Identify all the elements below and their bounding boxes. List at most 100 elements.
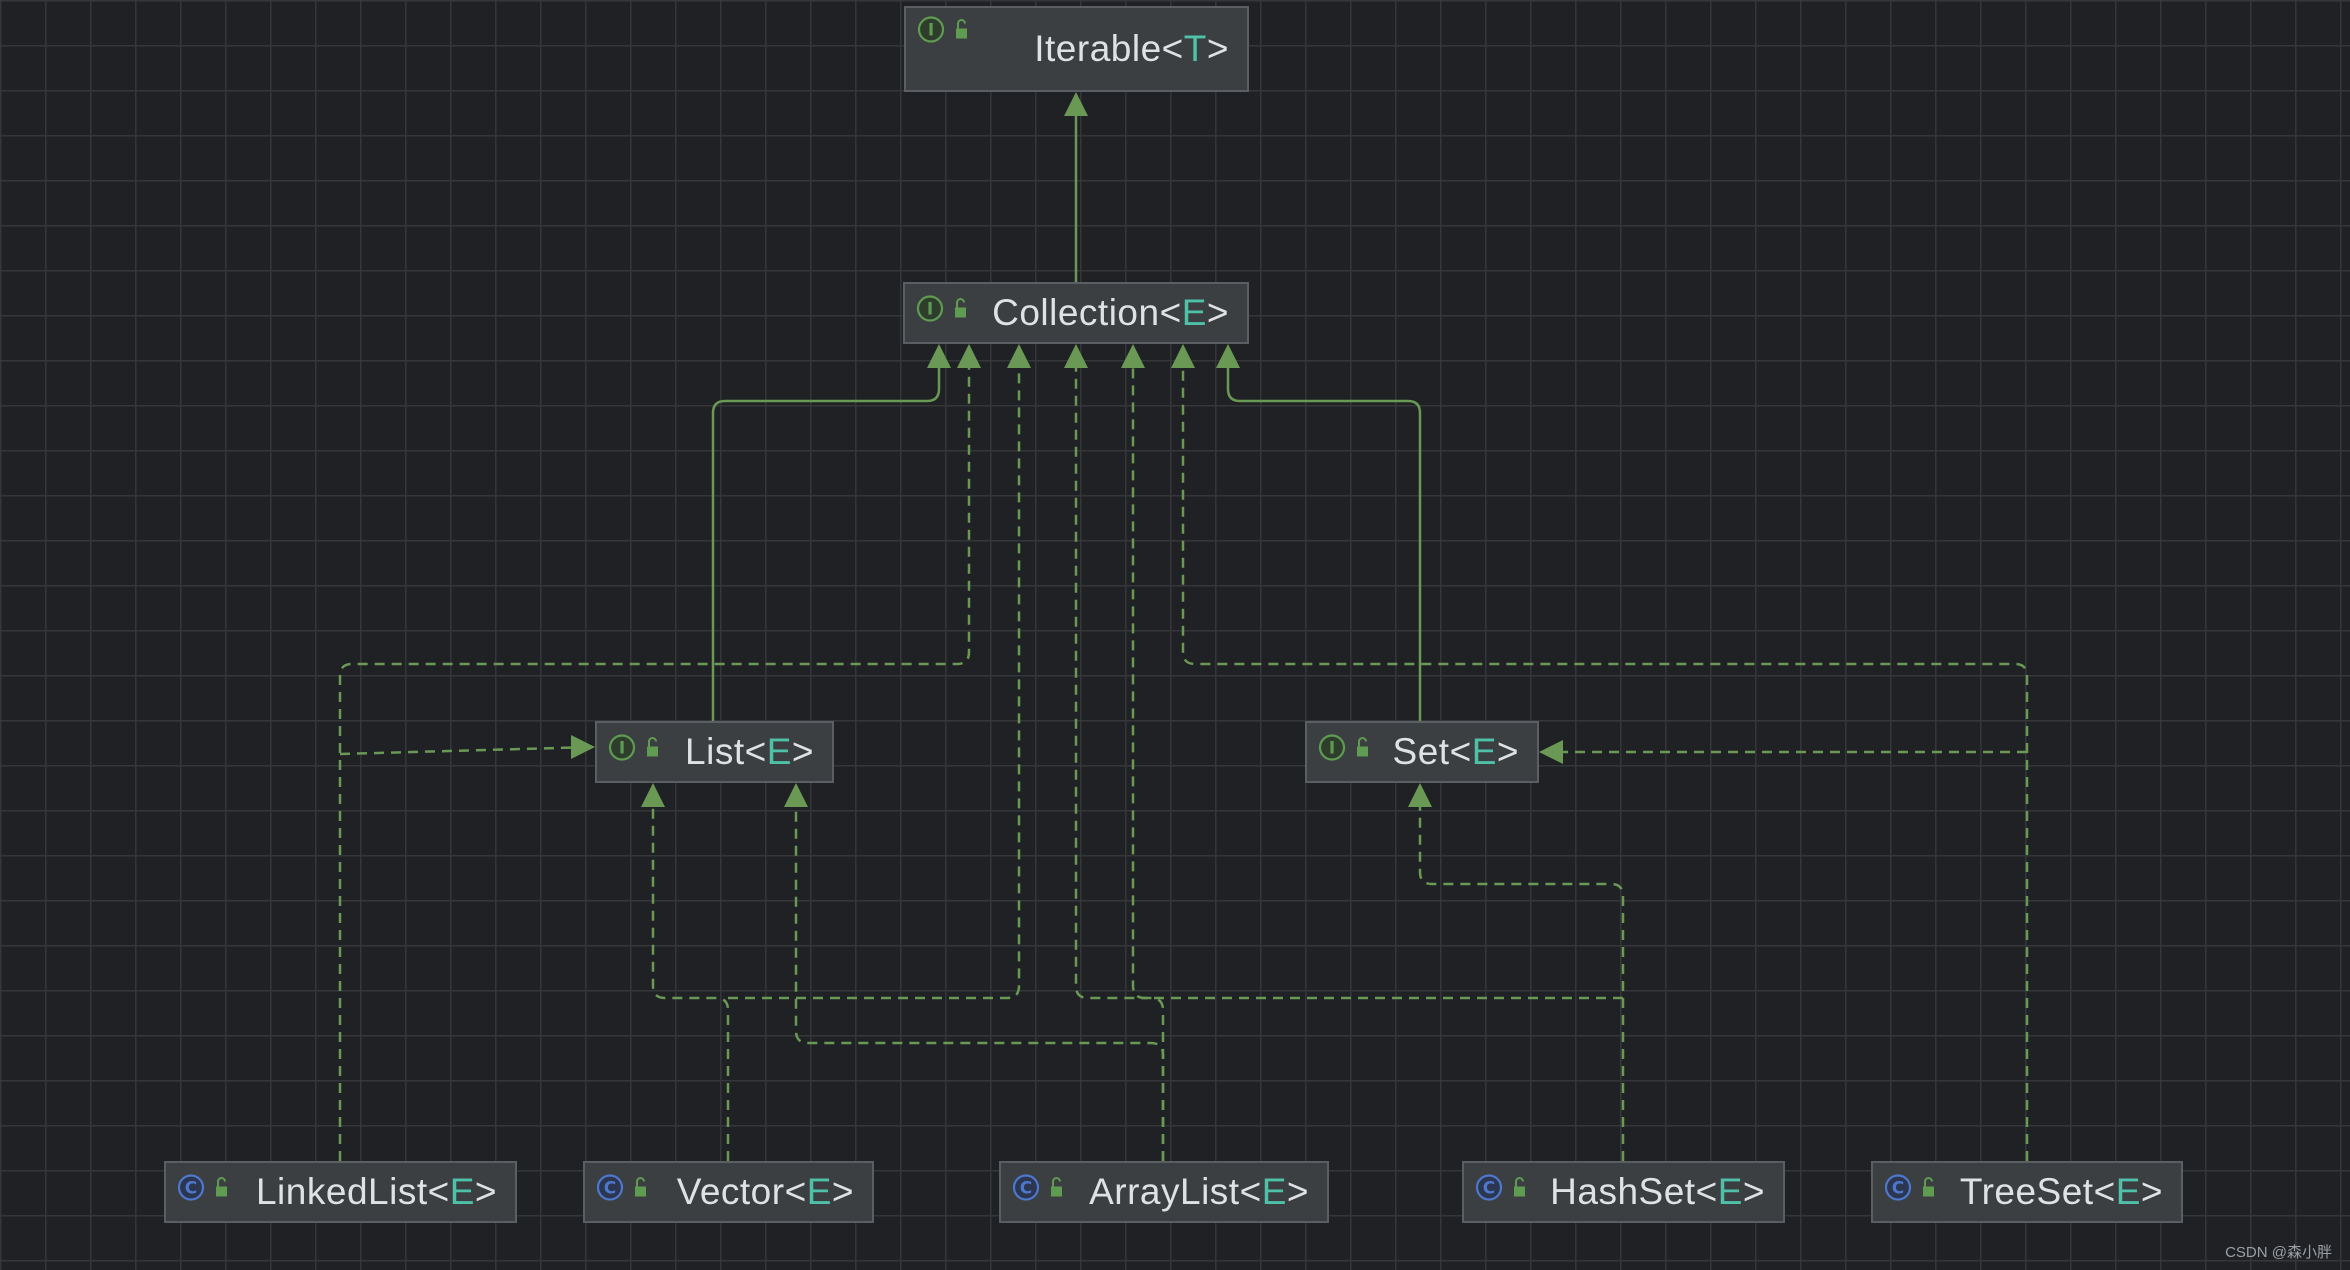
label-close: >: [1206, 292, 1229, 333]
node-label: LinkedList<E>: [256, 1171, 497, 1213]
node-collection[interactable]: I Collection<E>: [903, 282, 1249, 344]
label-open: <: [1161, 28, 1184, 69]
label-open: <: [1449, 731, 1472, 772]
node-label: Collection<E>: [992, 292, 1229, 334]
edge-vector-collection: [728, 344, 1031, 1000]
label-open: <: [1159, 292, 1182, 333]
edge-treeset-set: [1539, 740, 2027, 764]
edge-linkedlist-list: [339, 735, 595, 759]
label-name: TreeSet: [1959, 1171, 2094, 1212]
label-name: Set: [1392, 731, 1450, 772]
node-label: HashSet<E>: [1550, 1171, 1765, 1213]
edge-collection-iterable: [1064, 92, 1088, 282]
label-name: Vector: [676, 1171, 785, 1212]
label-param: E: [1471, 731, 1497, 772]
svg-text:C: C: [1020, 1179, 1032, 1199]
label-open: <: [1695, 1171, 1718, 1212]
interface-icon: I: [916, 13, 974, 56]
label-name: Collection: [992, 292, 1160, 333]
label-open: <: [784, 1171, 807, 1212]
label-name: LinkedList: [255, 1171, 428, 1212]
node-iterable[interactable]: I Iterable<T>: [904, 6, 1249, 92]
svg-text:C: C: [1892, 1179, 1904, 1199]
edge-hashset-set: [1408, 783, 1625, 1161]
label-open: <: [427, 1171, 450, 1212]
label-close: >: [1206, 28, 1229, 69]
arrowhead: [957, 344, 981, 368]
label-param: E: [2115, 1171, 2141, 1212]
class-icon: C: [1011, 1171, 1069, 1214]
class-icon: C: [1474, 1171, 1532, 1214]
class-icon: C: [1883, 1171, 1941, 1214]
arrowhead: [927, 344, 951, 368]
arrowhead: [1539, 740, 1563, 764]
node-treeset[interactable]: C TreeSet<E>: [1871, 1161, 2183, 1223]
label-param: E: [1181, 292, 1207, 333]
label-close: >: [2140, 1171, 2163, 1212]
label-name: List: [685, 731, 745, 772]
arrowhead: [784, 783, 808, 807]
label-param: E: [766, 731, 792, 772]
label-close: >: [1496, 731, 1519, 772]
label-open: <: [2093, 1171, 2116, 1212]
node-hashset[interactable]: C HashSet<E>: [1462, 1161, 1785, 1223]
svg-text:C: C: [185, 1179, 197, 1199]
label-close: >: [1286, 1171, 1309, 1212]
arrowhead: [1064, 344, 1088, 368]
edge-arraylist-list: [784, 783, 1165, 1161]
svg-text:C: C: [604, 1179, 616, 1199]
edge-line: [651, 805, 730, 1161]
edge-line: [339, 746, 574, 756]
label-name: Iterable: [1034, 28, 1162, 69]
class-icon: C: [176, 1171, 234, 1214]
node-label: Iterable<T>: [1034, 28, 1229, 70]
edge-arraylist-collection: [1064, 344, 1165, 1161]
edge-line: [728, 366, 1021, 1000]
node-label: ArrayList<E>: [1089, 1171, 1309, 1213]
edge-line: [1418, 805, 1625, 1161]
interface-icon: I: [915, 292, 973, 335]
arrowhead: [1216, 344, 1240, 368]
edge-line: [1131, 366, 1623, 1000]
node-set[interactable]: I Set<E>: [1305, 721, 1539, 783]
arrowhead: [1171, 344, 1195, 368]
svg-text:C: C: [1483, 1179, 1495, 1199]
arrowhead: [1408, 783, 1432, 807]
node-label: Vector<E>: [677, 1171, 854, 1213]
edge-line: [794, 805, 1165, 1161]
svg-text:I: I: [619, 739, 625, 759]
class-icon: C: [595, 1171, 653, 1214]
arrowhead: [1007, 344, 1031, 368]
node-list[interactable]: I List<E>: [595, 721, 834, 783]
label-close: >: [474, 1171, 497, 1212]
interface-icon: I: [1317, 731, 1375, 774]
edge-line: [711, 366, 941, 721]
label-name: HashSet: [1550, 1171, 1696, 1212]
node-arraylist[interactable]: C ArrayList<E>: [999, 1161, 1329, 1223]
node-label: Set<E>: [1393, 731, 1519, 773]
arrowhead: [1064, 92, 1088, 116]
svg-text:I: I: [928, 21, 934, 41]
node-vector[interactable]: C Vector<E>: [583, 1161, 874, 1223]
label-close: >: [1742, 1171, 1765, 1212]
label-name: ArrayList: [1089, 1171, 1240, 1212]
label-open: <: [1239, 1171, 1262, 1212]
label-close: >: [791, 731, 814, 772]
arrowhead: [641, 783, 665, 807]
edge-line: [1226, 366, 1422, 721]
edge-hashset-collection: [1121, 344, 1623, 1000]
label-param: E: [806, 1171, 832, 1212]
diagram-edges: [338, 92, 2029, 1161]
class-diagram: I Iterable<T> I Collection<E> I List<E> I Set<E…: [0, 0, 2350, 1270]
label-param: T: [1183, 28, 1207, 69]
node-label: List<E>: [685, 731, 814, 773]
watermark: CSDN @森小胖: [2225, 1244, 2332, 1261]
label-open: <: [744, 731, 767, 772]
arrowhead: [1121, 344, 1145, 368]
interface-icon: I: [607, 731, 665, 774]
edge-vector-list: [641, 783, 730, 1161]
node-linkedlist[interactable]: C LinkedList<E>: [164, 1161, 517, 1223]
label-close: >: [831, 1171, 854, 1212]
svg-text:I: I: [1329, 739, 1335, 759]
label-param: E: [449, 1171, 475, 1212]
